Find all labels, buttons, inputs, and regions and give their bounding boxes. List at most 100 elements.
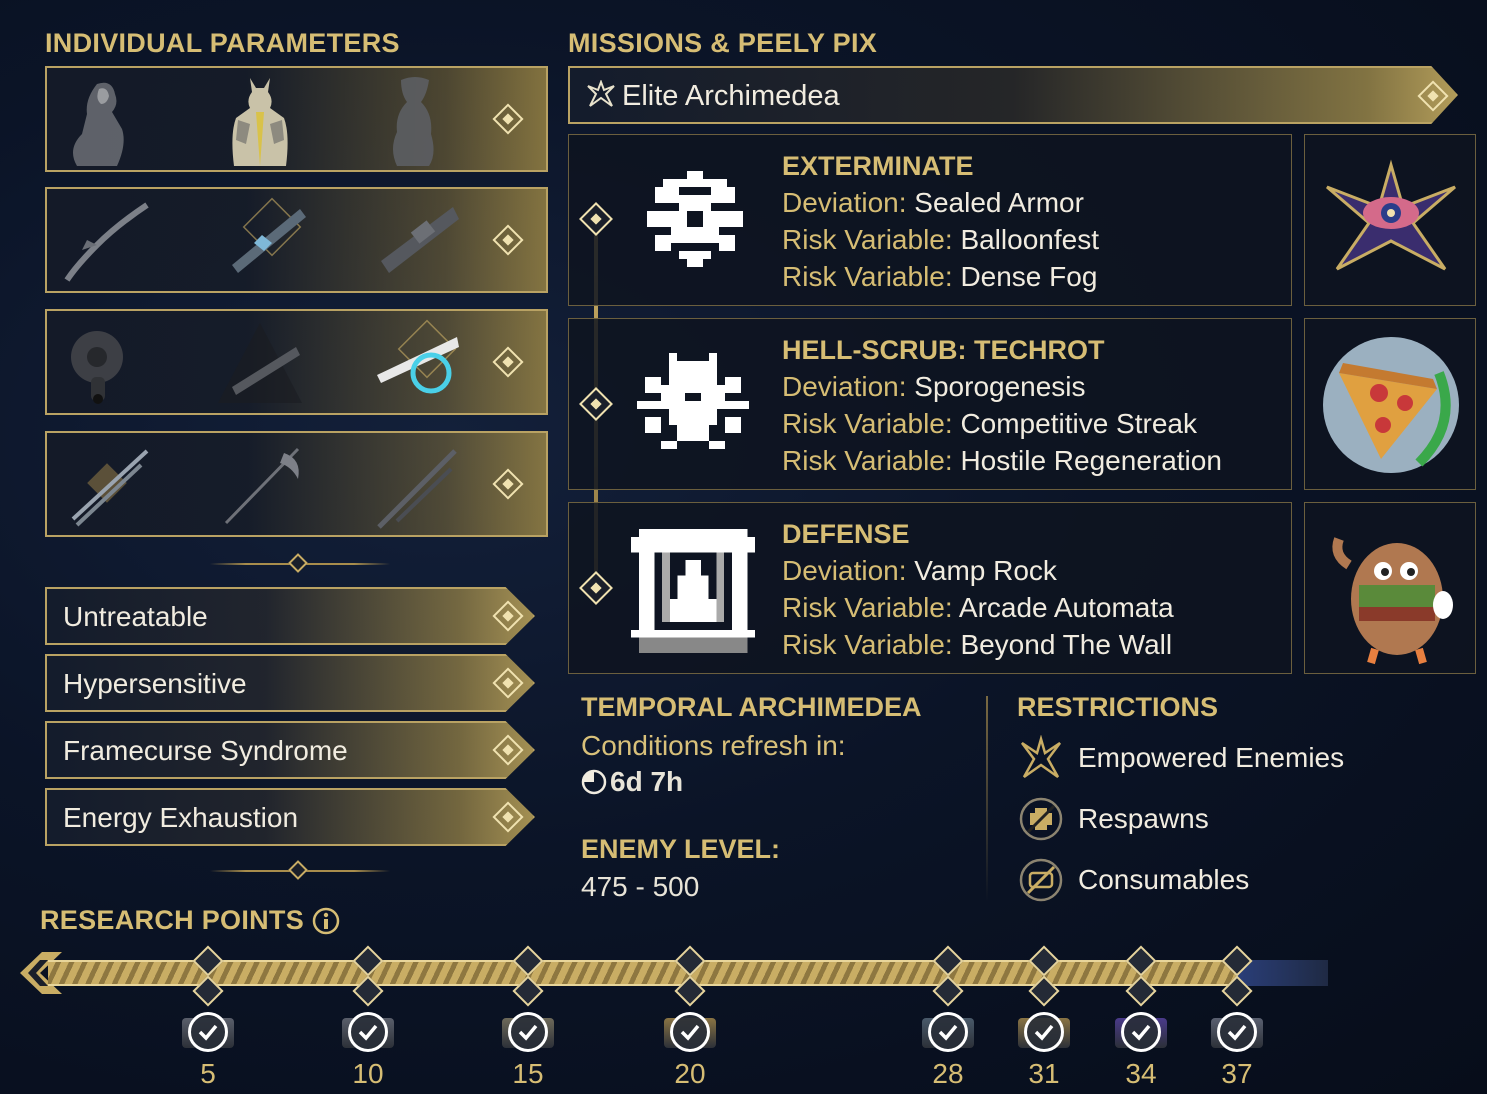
warframe-slot-2[interactable] <box>212 74 308 166</box>
eye-sigil-icon <box>1326 159 1456 271</box>
blaster-weapon-icon <box>377 319 459 394</box>
mission-risk-2: Risk Variable: Dense Fog <box>782 261 1098 292</box>
warframe-slot-1[interactable] <box>57 74 153 166</box>
modifier-framecurse-syndrome[interactable]: Framecurse Syndrome <box>45 721 535 779</box>
scythe-weapon-icon <box>224 447 300 525</box>
launcher-weapon-icon <box>381 207 459 273</box>
secondary-slot-3[interactable] <box>367 317 463 409</box>
research-points-title: RESEARCH POINTS <box>40 905 305 935</box>
milestone-number: 10 <box>352 1058 384 1089</box>
mission-risk-2: Risk Variable: Beyond The Wall <box>782 629 1173 660</box>
research-points-header: RESEARCH POINTS <box>40 905 340 936</box>
modifier-hypersensitive[interactable]: Hypersensitive <box>45 654 535 712</box>
modifier-untreatable[interactable]: Untreatable <box>45 587 535 645</box>
info-separator <box>986 696 988 902</box>
mission-risk-1: Risk Variable: Balloonfest <box>782 224 1099 255</box>
exterminate-pixel-icon <box>647 171 743 267</box>
restriction-consumables: Consumables <box>1018 856 1249 904</box>
empowered-enemies-icon <box>1021 734 1061 779</box>
divider-gem-icon <box>288 860 308 880</box>
enemy-level-value: 475 - 500 <box>581 871 700 902</box>
refresh-value: 6d 7h <box>610 766 684 797</box>
mission-reward-1[interactable] <box>1304 134 1476 306</box>
mission-reward-2[interactable] <box>1304 318 1476 490</box>
enemy-level-label: ENEMY LEVEL: <box>581 834 781 864</box>
mission-card-hell-scrub[interactable]: HELL-SCRUB: TECHROT Deviation: Sporogene… <box>568 318 1292 490</box>
consumables-icon <box>1019 858 1063 902</box>
milestone-check-icon <box>508 1012 548 1052</box>
warframe-1-icon <box>73 82 124 166</box>
primary-slot-2[interactable] <box>212 195 308 287</box>
mission-reward-3[interactable] <box>1304 502 1476 674</box>
restrictions-title: RESTRICTIONS <box>1017 692 1219 722</box>
archimedea-emblem-icon <box>587 80 615 107</box>
rifle-weapon-icon <box>232 197 306 273</box>
mission-deviation: Deviation: Vamp Rock <box>782 555 1057 586</box>
mission-risk-1: Risk Variable: Competitive Streak <box>782 408 1197 439</box>
modifier-label: Framecurse Syndrome <box>63 735 348 766</box>
mascot-icon <box>1332 537 1453 665</box>
modifier-energy-exhaustion[interactable]: Energy Exhaustion <box>45 788 535 846</box>
mission-card-defense[interactable]: DEFENSE Deviation: Vamp Rock Risk Variab… <box>568 502 1292 674</box>
research-progress-fill <box>48 960 1238 986</box>
modifier-label: Untreatable <box>63 601 208 632</box>
milestone-number: 15 <box>512 1058 544 1089</box>
mission-title: EXTERMINATE <box>782 151 974 181</box>
refresh-timer: 6d 7h <box>581 766 683 798</box>
loadout-primaries[interactable] <box>45 187 548 293</box>
mission-deviation: Deviation: Sealed Armor <box>782 187 1084 218</box>
loadout-melees[interactable] <box>45 431 548 537</box>
primary-slot-3[interactable] <box>367 195 463 287</box>
techrot-pixel-icon <box>637 353 749 449</box>
loadout-select-diamond-icon[interactable] <box>492 103 524 135</box>
mission-title: HELL-SCRUB: TECHROT <box>782 335 1105 365</box>
melee-slot-1[interactable] <box>57 439 153 531</box>
secondary-slot-2[interactable] <box>212 317 308 409</box>
milestone-check-icon <box>348 1012 388 1052</box>
loadout-select-diamond-icon[interactable] <box>492 468 524 500</box>
mission-deviation: Deviation: Sporogenesis <box>782 371 1086 402</box>
companion-gear-icon <box>71 331 123 404</box>
milestone-check-icon <box>1024 1012 1064 1052</box>
secondary-slot-1[interactable] <box>57 317 153 409</box>
polearm-weapon-icon <box>377 449 457 529</box>
clock-icon <box>581 769 607 795</box>
elite-archimedea-label: Elite Archimedea <box>622 80 840 112</box>
loadout-select-diamond-icon[interactable] <box>492 224 524 256</box>
dual-blades-icon <box>71 449 149 527</box>
refresh-label: Conditions refresh in: <box>581 730 846 761</box>
defense-pixel-icon <box>631 529 755 653</box>
research-progress-remaining <box>1238 960 1328 986</box>
restriction-label: Consumables <box>1078 864 1250 895</box>
restriction-respawns: Respawns <box>1018 795 1209 843</box>
loadout-warframes[interactable] <box>45 66 548 172</box>
milestone-number: 20 <box>674 1058 706 1089</box>
milestone-number: 5 <box>200 1058 216 1089</box>
melee-slot-2[interactable] <box>212 439 308 531</box>
warframe-slot-3[interactable] <box>367 74 463 166</box>
milestone-number: 28 <box>932 1058 964 1089</box>
loadout-select-diamond-icon[interactable] <box>492 346 524 378</box>
milestone-check-icon <box>1217 1012 1257 1052</box>
divider-gem-icon <box>288 553 308 573</box>
milestone-number: 31 <box>1028 1058 1060 1089</box>
warframe-3-icon <box>393 77 434 166</box>
elite-archimedea-header[interactable]: Elite Archimedea <box>568 66 1458 124</box>
mission-card-exterminate[interactable]: EXTERMINATE Deviation: Sealed Armor Risk… <box>568 134 1292 306</box>
pistol-weapon-icon <box>218 323 302 403</box>
milestone-check-icon <box>1121 1012 1161 1052</box>
milestone-check-icon <box>188 1012 228 1052</box>
mission-title: DEFENSE <box>782 519 910 549</box>
primary-slot-1[interactable] <box>57 195 153 287</box>
restriction-label: Respawns <box>1078 803 1209 834</box>
warframe-2-icon <box>232 78 288 166</box>
mission-risk-1: Risk Variable: Arcade Automata <box>782 592 1174 623</box>
info-icon[interactable] <box>312 907 340 935</box>
restriction-empowered-enemies: Empowered Enemies <box>1018 734 1344 782</box>
respawns-icon <box>1019 797 1063 841</box>
individual-parameters-title: INDIVIDUAL PARAMETERS <box>45 28 400 58</box>
restriction-label: Empowered Enemies <box>1078 742 1345 773</box>
missions-title: MISSIONS & PEELY PIX <box>568 28 878 58</box>
melee-slot-3[interactable] <box>367 439 463 531</box>
loadout-secondaries[interactable] <box>45 309 548 415</box>
